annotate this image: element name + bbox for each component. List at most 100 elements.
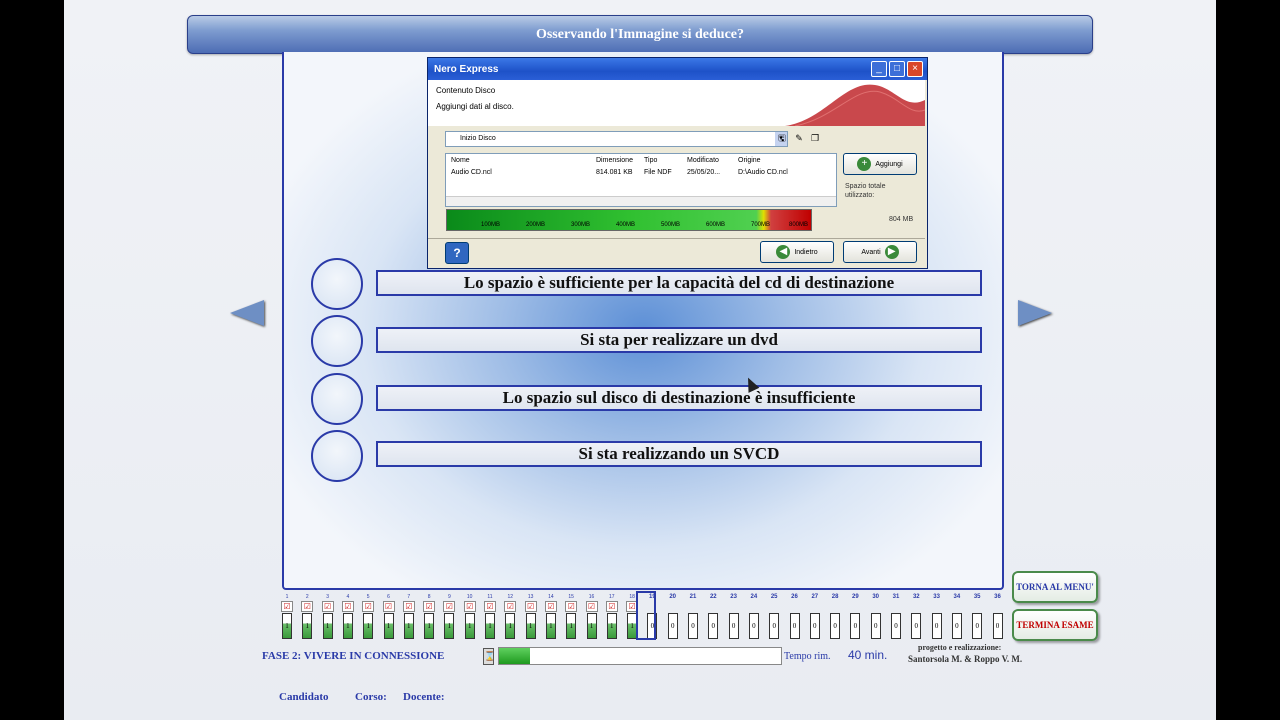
question-slot-20[interactable]: 20 0 bbox=[666, 594, 680, 639]
question-slot-13[interactable]: 13 ☑ 1 bbox=[524, 594, 538, 639]
question-slot-7[interactable]: 7 ☑ 1 bbox=[402, 594, 416, 639]
question-slot-status: 0 bbox=[992, 613, 1003, 639]
previous-question-arrow-icon[interactable] bbox=[230, 300, 264, 326]
question-slot-8[interactable]: 8 ☑ 1 bbox=[422, 594, 436, 639]
nero-header: Contenuto Disco Aggiungi dati al disco. bbox=[428, 80, 925, 126]
question-slot-36[interactable]: 36 0 bbox=[991, 594, 1005, 639]
nero-disc-combo: Inizio Disco ▾ bbox=[445, 131, 788, 147]
question-slot-1[interactable]: 1 ☑ 1 bbox=[280, 594, 294, 639]
answer-radio-1[interactable] bbox=[311, 258, 363, 310]
question-slot-status: 1 bbox=[525, 613, 536, 639]
answer-option-1[interactable]: Lo spazio è sufficiente per la capacità … bbox=[376, 270, 982, 296]
slot-spacer bbox=[727, 601, 741, 612]
nero-capacity-bar: 100MB 200MB 300MB 400MB 500MB 600MB 700M… bbox=[446, 209, 812, 231]
time-remaining-value: 40 min. bbox=[848, 648, 888, 662]
question-slot-25[interactable]: 25 0 bbox=[767, 594, 781, 639]
slot-spacer bbox=[909, 601, 923, 612]
nero-header-subtitle: Aggiungi dati al disco. bbox=[436, 102, 514, 111]
question-slot-31[interactable]: 31 0 bbox=[889, 594, 903, 639]
answer-option-4[interactable]: Si sta realizzando un SVCD bbox=[376, 441, 982, 467]
question-slot-4[interactable]: 4 ☑ 1 bbox=[341, 594, 355, 639]
question-slot-number: 34 bbox=[953, 594, 961, 600]
question-slot-5[interactable]: 5 ☑ 1 bbox=[361, 594, 375, 639]
slot-spacer bbox=[747, 601, 761, 612]
row-modified: 25/05/20... bbox=[687, 169, 721, 176]
question-slot-16[interactable]: 16 ☑ 1 bbox=[585, 594, 599, 639]
question-slot-number: 28 bbox=[831, 594, 839, 600]
question-slot-status: 0 bbox=[769, 613, 780, 639]
hourglass-icon: ⌛ bbox=[483, 648, 495, 665]
question-slot-10[interactable]: 10 ☑ 1 bbox=[463, 594, 477, 639]
question-slot-status: 1 bbox=[586, 613, 597, 639]
answered-check-icon: ☑ bbox=[423, 601, 436, 612]
nero-used-size: 804 MB bbox=[889, 216, 914, 223]
question-slot-33[interactable]: 33 0 bbox=[930, 594, 944, 639]
question-slot-number: 31 bbox=[892, 594, 900, 600]
question-slot-23[interactable]: 23 0 bbox=[727, 594, 741, 639]
answer-option-3[interactable]: Lo spazio sul disco di destinazione è in… bbox=[376, 385, 982, 411]
nero-file-list: Nome Dimensione Tipo Modificato Origine … bbox=[445, 153, 837, 207]
nero-next-label: Avanti bbox=[861, 248, 881, 256]
question-slot-29[interactable]: 29 0 bbox=[848, 594, 862, 639]
nero-header-title: Contenuto Disco bbox=[436, 86, 496, 95]
question-slot-27[interactable]: 27 0 bbox=[808, 594, 822, 639]
question-slot-number: 26 bbox=[791, 594, 798, 600]
back-to-menu-button[interactable]: TORNA AL MENU' bbox=[1012, 571, 1098, 603]
answer-radio-4[interactable] bbox=[311, 430, 363, 482]
question-slot-3[interactable]: 3 ☑ 1 bbox=[321, 594, 335, 639]
answered-check-icon: ☑ bbox=[362, 601, 375, 612]
question-slot-28[interactable]: 28 0 bbox=[828, 594, 842, 639]
maximize-icon: □ bbox=[889, 61, 905, 77]
question-slot-21[interactable]: 21 0 bbox=[686, 594, 700, 639]
question-slot-15[interactable]: 15 ☑ 1 bbox=[564, 594, 578, 639]
nero-logo-wave bbox=[785, 84, 925, 126]
question-slot-number: 27 bbox=[811, 594, 819, 600]
question-slot-number: 8 bbox=[427, 594, 431, 600]
capacity-tick: 500MB bbox=[661, 222, 681, 228]
nero-list-row: Audio CD.ncl 814.081 KB File NDF 25/05/2… bbox=[446, 169, 836, 179]
question-slot-2[interactable]: 2 ☑ 1 bbox=[300, 594, 314, 639]
question-slot-status: 1 bbox=[505, 613, 516, 639]
slot-spacer bbox=[991, 601, 1005, 612]
slot-spacer bbox=[970, 601, 984, 612]
help-icon: ? bbox=[445, 242, 469, 264]
question-slot-34[interactable]: 34 0 bbox=[950, 594, 964, 639]
question-slot-17[interactable]: 17 ☑ 1 bbox=[605, 594, 619, 639]
question-slot-number: 23 bbox=[730, 594, 737, 600]
question-slot-32[interactable]: 32 0 bbox=[909, 594, 923, 639]
nero-window-title: Nero Express bbox=[434, 63, 499, 75]
answer-radio-2[interactable] bbox=[311, 315, 363, 367]
answered-check-icon: ☑ bbox=[281, 601, 293, 612]
question-slot-14[interactable]: 14 ☑ 1 bbox=[544, 594, 558, 639]
answer-radio-3[interactable] bbox=[311, 373, 363, 425]
row-type: File NDF bbox=[644, 169, 672, 176]
question-slot-6[interactable]: 6 ☑ 1 bbox=[382, 594, 396, 639]
question-slot-number: 14 bbox=[548, 594, 554, 600]
question-slot-status: 1 bbox=[485, 613, 495, 639]
question-slot-24[interactable]: 24 0 bbox=[747, 594, 761, 639]
question-slot-status: 1 bbox=[464, 613, 475, 639]
question-slot-11[interactable]: 11 ☑ 1 bbox=[483, 594, 497, 639]
capacity-tick: 700MB bbox=[751, 222, 771, 228]
answered-check-icon: ☑ bbox=[443, 601, 456, 612]
col-modified: Modificato bbox=[687, 157, 719, 164]
question-slot-22[interactable]: 22 0 bbox=[706, 594, 720, 639]
question-slot-35[interactable]: 35 0 bbox=[970, 594, 984, 639]
nero-add-button: + Aggiungi bbox=[843, 153, 917, 175]
next-question-arrow-icon[interactable] bbox=[1018, 300, 1052, 326]
row-size: 814.081 KB bbox=[596, 169, 633, 176]
answer-option-2[interactable]: Si sta per realizzare un dvd bbox=[376, 327, 982, 353]
nero-next-button: Avanti ▶ bbox=[843, 241, 917, 263]
credits-authors: Santorsola M. & Roppo V. M. bbox=[908, 654, 1023, 664]
slot-spacer bbox=[686, 601, 700, 612]
question-slot-30[interactable]: 30 0 bbox=[869, 594, 883, 639]
question-slot-9[interactable]: 9 ☑ 1 bbox=[442, 594, 456, 639]
col-size: Dimensione bbox=[596, 157, 633, 164]
question-slot-12[interactable]: 12 ☑ 1 bbox=[503, 594, 517, 639]
end-exam-button[interactable]: TERMINA ESAME bbox=[1012, 609, 1098, 641]
slot-spacer bbox=[828, 601, 842, 612]
question-slot-26[interactable]: 26 0 bbox=[788, 594, 802, 639]
question-slot-number: 7 bbox=[407, 594, 411, 600]
row-origin: D:\Audio CD.ncl bbox=[738, 169, 788, 176]
question-slot-status: 1 bbox=[424, 613, 435, 639]
